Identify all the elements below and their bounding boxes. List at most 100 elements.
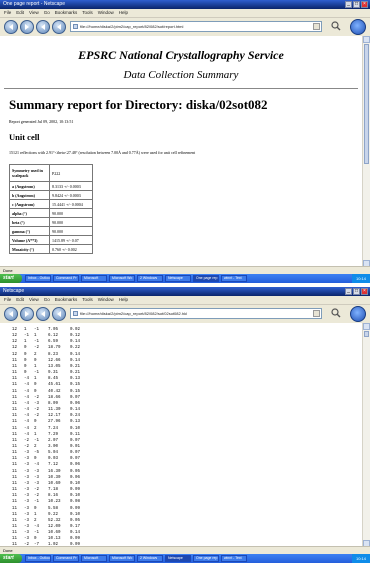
task-button-active[interactable]: Netscape: [165, 555, 191, 562]
back-button[interactable]: [4, 307, 18, 321]
task-button[interactable]: Microsoft: [81, 275, 107, 282]
task-button[interactable]: 2 Windows: [137, 275, 163, 282]
row-label: c (Angstrom): [9, 199, 50, 209]
table-row: Mosaicity (°) 0.760 +/- 0.002: [9, 244, 93, 254]
page-content: EPSRC National Crystallography Service D…: [0, 36, 362, 267]
menu-help[interactable]: Help: [119, 9, 128, 17]
menu-edit[interactable]: Edit: [16, 9, 24, 17]
search-icon[interactable]: [331, 21, 341, 31]
reload-button[interactable]: [36, 307, 50, 321]
vertical-scrollbar[interactable]: [362, 323, 370, 547]
menu-view[interactable]: View: [29, 9, 39, 17]
table-row: Symmetry used in scalepack P222: [9, 164, 93, 182]
url-text: file:///home/diska/2/pim2/cap_report/82/…: [80, 311, 187, 316]
menu-edit[interactable]: Edit: [16, 296, 24, 304]
row-label: a (Angstrom): [9, 181, 50, 191]
row-value: 0.760 +/- 0.002: [49, 244, 93, 254]
system-tray-clock: 10:14: [351, 554, 370, 563]
task-button[interactable]: Microsoft Wo: [109, 555, 135, 562]
vertical-scrollbar[interactable]: [362, 36, 370, 267]
table-row: Volume (A**3) 1415.89 +/- 0.07: [9, 235, 93, 245]
task-button[interactable]: Microsoft: [81, 555, 107, 562]
service-subtitle: Data Collection Summary: [123, 69, 239, 81]
hkl-listing: 12 1 -1 7.05 0.02 12 -1 1 6.12 0.12 12 1 -1 6.59 0.14 1…: [12, 327, 362, 547]
window-controls: _ □ ×: [345, 288, 368, 295]
menu-file[interactable]: File: [4, 296, 11, 304]
scroll-up-icon[interactable]: [363, 36, 370, 43]
scroll-thumb[interactable]: [364, 331, 369, 337]
navigation-toolbar: file:///home/diska/2/pim2/cap_report/82/…: [0, 305, 370, 324]
task-button-active[interactable]: One page rep: [193, 275, 219, 282]
table-row: b (Angstrom) 9.8424 +/- 0.0003: [9, 190, 93, 200]
menu-view[interactable]: View: [29, 296, 39, 304]
menu-tools[interactable]: Tools: [82, 9, 93, 17]
maximize-icon[interactable]: □: [353, 1, 360, 8]
minimize-icon[interactable]: _: [345, 288, 352, 295]
page-icon: [73, 311, 78, 316]
task-button[interactable]: Netscape: [165, 275, 191, 282]
row-label: gamma (°): [9, 226, 50, 236]
window-controls: _ □ ×: [345, 1, 368, 8]
unit-cell-heading: Unit cell: [9, 132, 40, 142]
maximize-icon[interactable]: □: [353, 288, 360, 295]
menu-bookmarks[interactable]: Bookmarks: [55, 296, 78, 304]
search-icon[interactable]: [331, 308, 341, 318]
taskbar: start Inbox - Outlook Command Pr Microso…: [0, 554, 370, 563]
task-button[interactable]: Command Pr: [53, 555, 79, 562]
window-title: One page report - Netscape: [3, 1, 65, 7]
close-icon[interactable]: ×: [361, 288, 368, 295]
url-dropdown-icon[interactable]: [313, 23, 320, 30]
row-label: Symmetry used in scalepack: [9, 164, 50, 182]
menu-go[interactable]: Go: [44, 296, 50, 304]
menu-bookmarks[interactable]: Bookmarks: [55, 9, 78, 17]
task-button[interactable]: Inbox - Outlook: [25, 555, 51, 562]
unit-cell-description: 15121 reflections with 2.91°<theta<27.48…: [9, 150, 196, 155]
status-text: Done: [3, 268, 13, 273]
close-icon[interactable]: ×: [361, 1, 368, 8]
stop-button[interactable]: [52, 307, 66, 321]
browser-window-hkl: Netscape _ □ × File Edit View Go Bookmar…: [0, 287, 370, 563]
netscape-logo-icon[interactable]: [350, 306, 366, 322]
menu-go[interactable]: Go: [44, 9, 50, 17]
url-dropdown-icon[interactable]: [313, 310, 320, 317]
task-button[interactable]: Microsoft Wo: [109, 275, 135, 282]
status-bar: Done: [0, 266, 370, 274]
task-button[interactable]: winnt - Text: [221, 275, 247, 282]
scroll-up-icon[interactable]: [363, 323, 370, 330]
row-label: alpha (°): [9, 208, 50, 218]
table-row: alpha (°) 90.000: [9, 208, 93, 218]
scroll-thumb[interactable]: [364, 44, 369, 164]
forward-button[interactable]: [20, 307, 34, 321]
row-value: 90.000: [49, 217, 93, 227]
netscape-logo-icon[interactable]: [350, 19, 366, 35]
row-value: 9.8424 +/- 0.0003: [49, 190, 93, 200]
window-title: Netscape: [3, 288, 25, 294]
stop-button[interactable]: [52, 20, 66, 34]
url-field[interactable]: file:///home/diska/2/pim2/cap_report/82/…: [70, 308, 322, 319]
navigation-toolbar: file:///home/diska/2/pim2/cap_report/82/…: [0, 18, 370, 37]
menu-window[interactable]: Window: [98, 296, 114, 304]
task-button[interactable]: Inbox - Outlook: [25, 275, 51, 282]
start-button[interactable]: start: [0, 274, 22, 283]
menu-file[interactable]: File: [4, 9, 11, 17]
menu-tools[interactable]: Tools: [82, 296, 93, 304]
task-button[interactable]: 2 Windows: [137, 555, 163, 562]
row-label: Volume (A**3): [9, 235, 50, 245]
task-button[interactable]: Command Pr: [53, 275, 79, 282]
task-button[interactable]: winnt - Text: [221, 555, 247, 562]
minimize-icon[interactable]: _: [345, 1, 352, 8]
menu-window[interactable]: Window: [98, 9, 114, 17]
title-bar: Netscape _ □ ×: [0, 287, 370, 296]
url-field[interactable]: file:///home/diska/2/pim2/cap_report/82/…: [70, 21, 322, 32]
task-button[interactable]: One page rep: [193, 555, 219, 562]
report-heading: Summary report for Directory: diska/02so…: [9, 97, 268, 112]
menu-help[interactable]: Help: [119, 296, 128, 304]
forward-button[interactable]: [20, 20, 34, 34]
row-value: 15.4441 +/- 0.0004: [49, 199, 93, 209]
reload-button[interactable]: [36, 20, 50, 34]
row-value: P222: [49, 164, 93, 182]
service-title: EPSRC National Crystallography Service: [78, 48, 284, 62]
start-button[interactable]: start: [0, 554, 22, 563]
back-button[interactable]: [4, 20, 18, 34]
browser-window-report: One page report - Netscape _ □ × File Ed…: [0, 0, 370, 283]
